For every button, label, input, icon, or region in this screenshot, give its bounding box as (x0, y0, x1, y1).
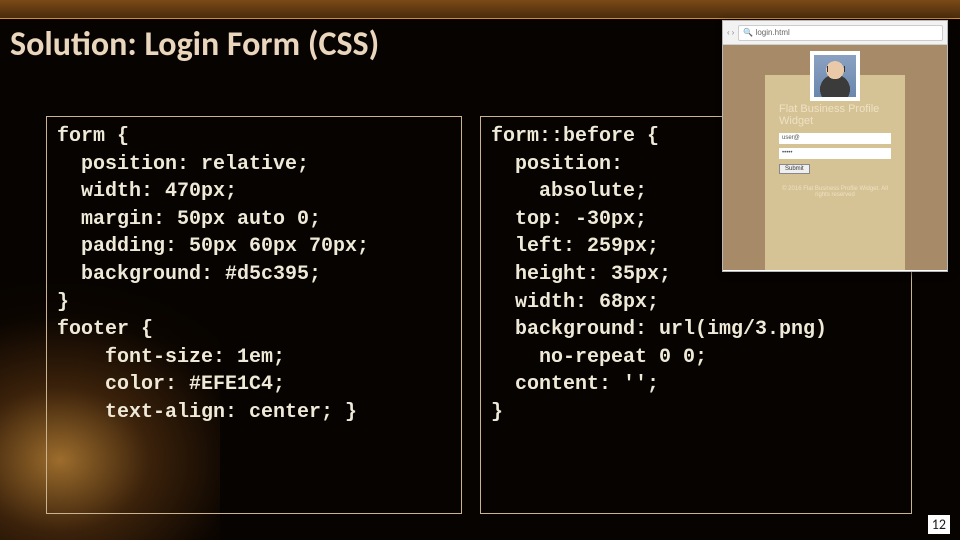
widget-heading: Flat Business Profile Widget (779, 103, 891, 127)
avatar (810, 51, 860, 101)
page-number: 12 (928, 515, 950, 534)
username-field: user@ (779, 133, 891, 144)
forward-icon: › (732, 28, 735, 37)
password-field: ••••• (779, 148, 891, 159)
slide-title: Solution: Login Form (CSS) (10, 24, 379, 65)
back-icon: ‹ (727, 28, 730, 37)
code-block-left: form { position: relative; width: 470px;… (46, 116, 462, 514)
address-bar: 🔍 login.html (738, 25, 943, 41)
login-card: Flat Business Profile Widget user@ •••••… (765, 75, 905, 270)
address-text: login.html (756, 28, 790, 37)
widget-footer: © 2016 Flat Business Profile Widget. All… (779, 186, 891, 198)
page-body: Flat Business Profile Widget user@ •••••… (723, 45, 947, 270)
accent-stripe (0, 0, 960, 19)
search-icon: 🔍 (743, 28, 753, 37)
browser-chrome: ‹ › 🔍 login.html (723, 21, 947, 45)
submit-button: Submit (779, 164, 810, 174)
slide: Solution: Login Form (CSS) form { positi… (0, 0, 960, 540)
browser-thumbnail: ‹ › 🔍 login.html Flat Business Profile W… (722, 20, 948, 272)
browser-nav: ‹ › (727, 28, 734, 37)
